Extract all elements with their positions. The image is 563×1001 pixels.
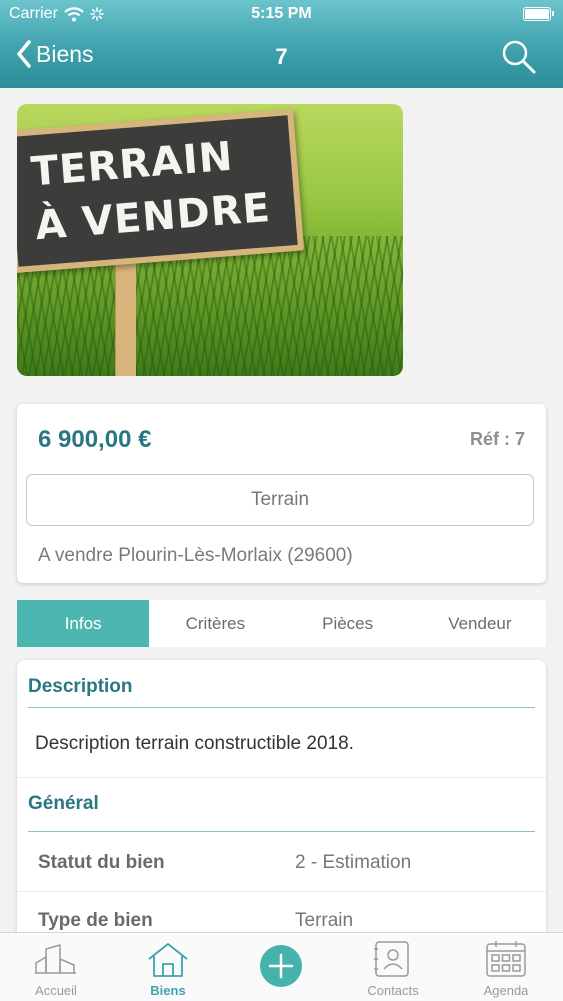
type-label: Type de bien (38, 910, 153, 931)
property-price: 6 900,00 € (38, 426, 152, 453)
status-value: 2 - Estimation (295, 852, 412, 873)
status-bar: Carrier 5:15 PM (0, 0, 563, 30)
navigation-bar: Biens 7 (0, 30, 563, 88)
row-divider (17, 777, 546, 778)
tabbar-label: Biens (150, 983, 186, 998)
property-summary-card: 6 900,00 € Réf : 7 Terrain A vendre Plou… (17, 404, 546, 583)
battery-icon (523, 7, 554, 21)
status-label: Statut du bien (38, 852, 165, 873)
tabbar-agenda[interactable]: Agenda (450, 933, 562, 1001)
search-icon (502, 40, 536, 74)
tabbar-biens[interactable]: Biens (112, 933, 224, 1001)
description-text: Description terrain constructible 2018. (35, 733, 354, 754)
tab-infos[interactable]: Infos (17, 600, 150, 647)
row-divider (17, 891, 546, 892)
property-type-button[interactable]: Terrain (26, 474, 534, 526)
add-icon (268, 953, 294, 979)
description-divider (28, 707, 535, 708)
contacts-icon (374, 941, 409, 977)
page-title: 7 (275, 44, 288, 69)
bottom-tab-bar: Accueil Biens Contacts Agenda (0, 932, 563, 1001)
general-divider (28, 831, 535, 832)
home-buildings-icon (35, 944, 76, 974)
sign-post (115, 254, 136, 376)
description-heading: Description (28, 676, 133, 697)
tabbar-label: Contacts (367, 983, 419, 998)
for-sale-sign: TERRAIN À VENDRE (17, 108, 305, 274)
house-icon (148, 943, 188, 977)
property-photo[interactable]: TERRAIN À VENDRE (17, 104, 403, 376)
tab-criteres[interactable]: Critères (149, 600, 281, 647)
tabbar-accueil[interactable]: Accueil (0, 933, 112, 1001)
detail-tabs: Infos Critères Pièces Vendeur (17, 600, 546, 647)
property-reference: Réf : 7 (469, 429, 525, 449)
property-location: A vendre Plourin-Lès-Morlaix (29600) (38, 545, 353, 566)
tabbar-label: Agenda (483, 983, 529, 998)
type-value: Terrain (295, 910, 354, 931)
status-time: 5:15 PM (251, 5, 312, 22)
tabbar-contacts[interactable]: Contacts (337, 933, 449, 1001)
sign-board: TERRAIN À VENDRE (17, 115, 298, 267)
search-button[interactable] (501, 39, 537, 80)
tab-pieces[interactable]: Pièces (282, 600, 414, 647)
tabbar-label: Accueil (35, 983, 77, 998)
details-card: Description Description terrain construc… (17, 660, 546, 960)
general-heading: Général (28, 793, 99, 814)
tab-vendeur[interactable]: Vendeur (414, 600, 546, 647)
header-bar: Carrier 5:15 PM Biens 7 (0, 0, 563, 88)
add-button[interactable] (260, 945, 302, 987)
calendar-icon (486, 941, 526, 977)
